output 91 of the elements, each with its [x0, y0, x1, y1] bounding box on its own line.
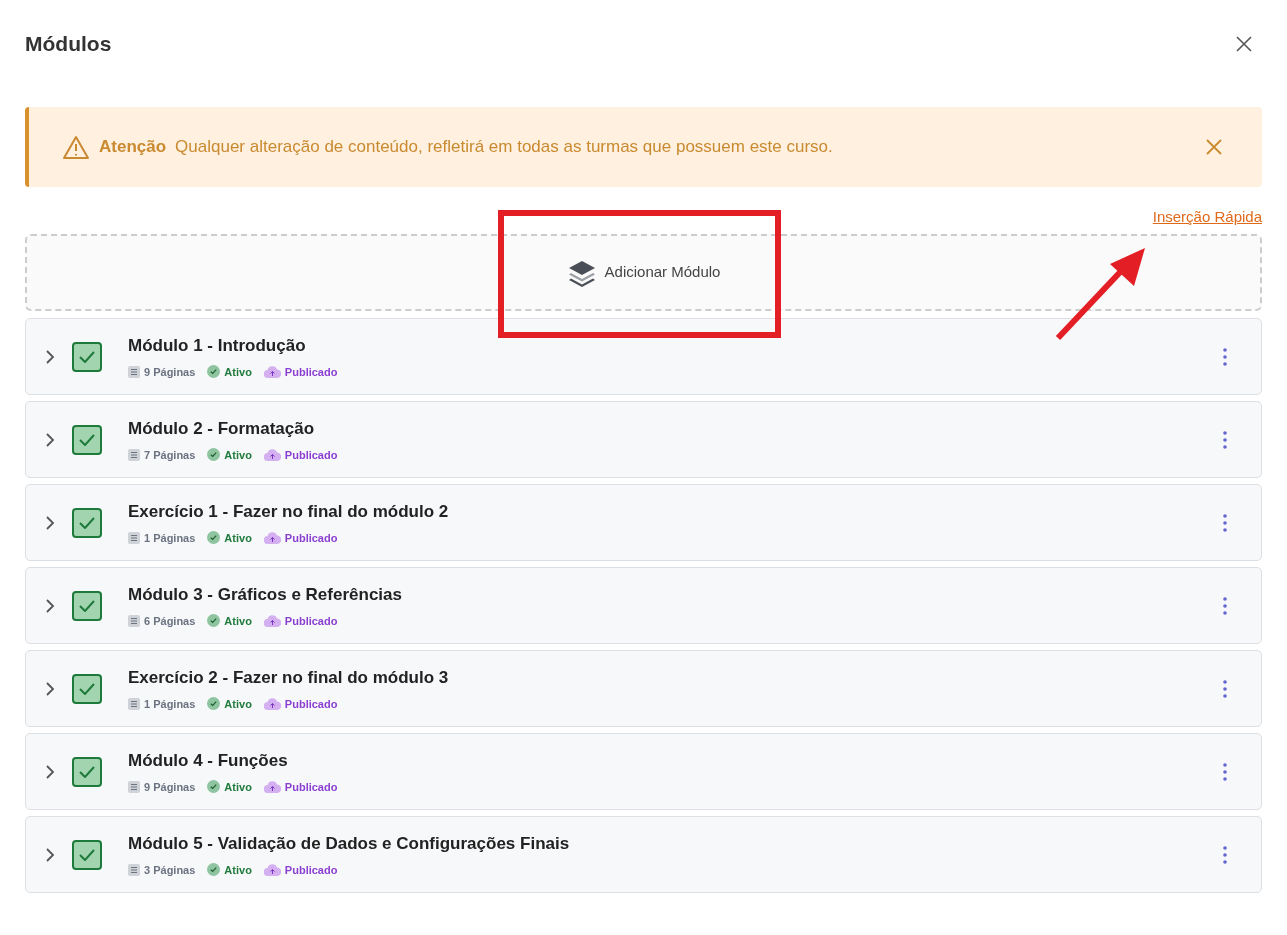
check-circle-icon [207, 614, 221, 628]
module-title: Módulo 5 - Validação de Dados e Configurações Finais [128, 833, 570, 855]
alert-label: Atenção [99, 136, 167, 159]
check-circle-icon [207, 448, 221, 462]
list-icon [128, 614, 140, 627]
module-card[interactable]: Exercício 2 - Fazer no final do módulo 3 1 Páginas Ativo Publicado [25, 650, 1262, 727]
publication-text: Publicado [284, 530, 338, 546]
chevron-icon[interactable] [44, 763, 56, 780]
cloud-upload-icon [263, 365, 281, 378]
more-options-icon[interactable] [1223, 347, 1227, 366]
check-circle-icon [207, 780, 221, 794]
dialog-title: Módulos [25, 31, 112, 58]
checkbox[interactable] [72, 341, 102, 372]
chevron-icon[interactable] [44, 348, 56, 365]
page-count: 6 Páginas [144, 613, 196, 629]
cloud-upload-icon [263, 614, 281, 627]
check-circle-icon [207, 531, 221, 545]
chevron-icon[interactable] [44, 431, 56, 448]
list-icon [128, 780, 140, 793]
chevron-icon[interactable] [44, 846, 56, 863]
page-count: 7 Páginas [144, 447, 196, 463]
status-text: Ativo [224, 779, 252, 795]
more-options-icon[interactable] [1223, 762, 1227, 781]
module-card[interactable]: Módulo 1 - Introdução 9 Páginas Ativo Publicado [25, 318, 1262, 395]
checkmark-icon [79, 350, 95, 363]
list-icon [128, 531, 140, 544]
page-count: 1 Páginas [144, 696, 196, 712]
checkbox[interactable] [72, 839, 102, 870]
cloud-upload-icon [263, 697, 281, 710]
list-icon [128, 365, 140, 378]
page-count: 9 Páginas [144, 364, 196, 380]
status-text: Ativo [224, 447, 252, 463]
layers-icon [566, 258, 597, 287]
warning-icon [62, 134, 90, 160]
status-text: Ativo [224, 613, 252, 629]
module-title: Módulo 1 - Introdução [128, 335, 307, 357]
checkmark-icon [79, 516, 95, 529]
check-circle-icon [207, 863, 221, 877]
module-title: Módulo 4 - Funções [128, 750, 289, 772]
more-options-icon[interactable] [1223, 845, 1227, 864]
checkbox[interactable] [72, 507, 102, 538]
module-title: Exercício 2 - Fazer no final do módulo 3 [128, 667, 449, 689]
module-title: Módulo 2 - Formatação [128, 418, 316, 440]
module-title: Módulo 3 - Gráficos e Referências [128, 584, 402, 606]
cloud-upload-icon [263, 780, 281, 793]
list-icon [128, 697, 140, 710]
check-circle-icon [207, 365, 221, 379]
publication-text: Publicado [284, 613, 338, 629]
checkbox[interactable] [72, 424, 102, 455]
page-count: 9 Páginas [144, 779, 196, 795]
status-text: Ativo [224, 530, 252, 546]
checkbox[interactable] [72, 590, 102, 621]
chevron-icon[interactable] [44, 680, 56, 697]
check-circle-icon [207, 697, 221, 711]
publication-text: Publicado [284, 862, 338, 878]
page-count: 3 Páginas [144, 862, 196, 878]
cloud-upload-icon [263, 863, 281, 876]
more-options-icon[interactable] [1223, 430, 1227, 449]
checkmark-icon [79, 682, 95, 695]
module-card[interactable]: Módulo 2 - Formatação 7 Páginas Ativo Publicado [25, 401, 1262, 478]
status-text: Ativo [224, 364, 252, 380]
checkbox[interactable] [72, 756, 102, 787]
status-text: Ativo [224, 862, 252, 878]
cloud-upload-icon [263, 448, 281, 461]
checkmark-icon [79, 599, 95, 612]
publication-text: Publicado [284, 364, 338, 380]
page-count: 1 Páginas [144, 530, 196, 546]
module-card[interactable]: Módulo 3 - Gráficos e Referências 6 Páginas Ativo Publicado [25, 567, 1262, 644]
module-card[interactable]: Exercício 1 - Fazer no final do módulo 2 1 Páginas Ativo Publicado [25, 484, 1262, 561]
module-card[interactable]: Módulo 5 - Validação de Dados e Configurações Finais 3 Páginas Ativo Publicado [25, 816, 1262, 893]
more-options-icon[interactable] [1223, 679, 1227, 698]
add-module-button[interactable]: Adicionar Módulo [25, 234, 1262, 311]
checkmark-icon [79, 765, 95, 778]
chevron-icon[interactable] [44, 514, 56, 531]
checkbox[interactable] [72, 673, 102, 704]
module-card[interactable]: Módulo 4 - Funções 9 Páginas Ativo Publicado [25, 733, 1262, 810]
chevron-icon[interactable] [44, 597, 56, 614]
alert-message: Qualquer alteração de conteúdo, refletirá em todas as turmas que possuem este curso. [175, 136, 833, 159]
publication-text: Publicado [284, 447, 338, 463]
cloud-upload-icon [263, 531, 281, 544]
close-icon[interactable] [1236, 36, 1252, 52]
list-icon [128, 863, 140, 876]
checkmark-icon [79, 433, 95, 446]
list-icon [128, 448, 140, 461]
publication-text: Publicado [284, 696, 338, 712]
publication-text: Publicado [284, 779, 338, 795]
more-options-icon[interactable] [1223, 513, 1227, 532]
module-title: Exercício 1 - Fazer no final do módulo 2 [128, 501, 449, 523]
checkmark-icon [79, 848, 95, 861]
status-text: Ativo [224, 696, 252, 712]
more-options-icon[interactable] [1223, 596, 1227, 615]
